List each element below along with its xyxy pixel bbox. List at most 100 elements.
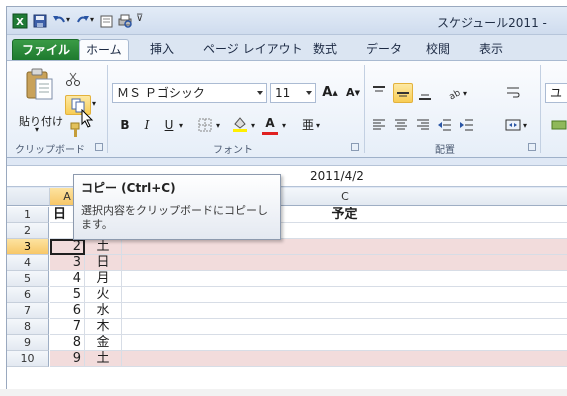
cell-c[interactable] xyxy=(122,271,567,287)
cell-c[interactable] xyxy=(122,335,567,351)
underline-button[interactable]: U xyxy=(159,115,179,135)
grow-font-button[interactable]: A▲ xyxy=(320,83,340,103)
shrink-font-label: A xyxy=(346,86,355,99)
quick-print-icon[interactable] xyxy=(117,13,133,29)
print-preview-icon[interactable] xyxy=(99,13,115,29)
cell-a[interactable]: 2 xyxy=(50,239,85,255)
tab-insert[interactable]: 挿入 xyxy=(144,39,180,61)
tab-home[interactable]: ホーム xyxy=(79,39,129,61)
row-header[interactable]: 6 xyxy=(7,287,49,303)
align-middle-icon xyxy=(397,92,409,97)
cell-a[interactable]: 3 xyxy=(50,255,85,271)
font-name-select[interactable]: ＭＳ Ｐゴシック xyxy=(112,83,267,103)
bold-button[interactable]: B xyxy=(115,115,135,135)
clipboard-launcher-icon[interactable] xyxy=(95,143,103,151)
cell-c[interactable] xyxy=(122,303,567,319)
cell-b[interactable]: 金 xyxy=(85,335,122,351)
paste-button-label[interactable]: 貼り付け xyxy=(19,113,63,129)
borders-dropdown-icon[interactable]: ▾ xyxy=(216,121,220,130)
excel-app-icon[interactable]: X xyxy=(12,13,28,29)
number-format-select[interactable]: ユ xyxy=(545,83,567,103)
align-middle-button[interactable] xyxy=(393,83,413,103)
undo-icon[interactable] xyxy=(51,13,67,29)
row-header[interactable]: 9 xyxy=(7,335,49,351)
alignment-launcher-icon[interactable] xyxy=(528,143,536,151)
group-separator xyxy=(540,65,541,153)
tab-formulas[interactable]: 数式 xyxy=(307,39,343,61)
save-icon[interactable] xyxy=(32,13,48,29)
align-top-icon[interactable] xyxy=(371,85,387,101)
paste-dropdown-icon[interactable]: ▾ xyxy=(35,125,39,134)
cell-b[interactable]: 日 xyxy=(85,255,122,271)
cell-c[interactable] xyxy=(122,287,567,303)
tab-data[interactable]: データ xyxy=(360,39,408,61)
decrease-indent-icon[interactable] xyxy=(437,117,453,133)
cell-b[interactable]: 土 xyxy=(85,239,122,255)
page-bottom-edge xyxy=(0,389,567,396)
cell-a[interactable]: 7 xyxy=(50,319,85,335)
cell-c[interactable] xyxy=(122,255,567,271)
chevron-down-icon xyxy=(306,91,312,95)
undo-dropdown-icon[interactable]: ▾ xyxy=(66,15,70,24)
row-header[interactable]: 4 xyxy=(7,255,49,271)
merge-center-icon[interactable] xyxy=(505,117,521,133)
wrap-text-icon[interactable] xyxy=(505,85,521,101)
select-all-corner[interactable] xyxy=(7,188,50,206)
row-header[interactable]: 5 xyxy=(7,271,49,287)
clipboard-group-label: クリップボード xyxy=(15,145,85,156)
borders-icon[interactable] xyxy=(197,117,213,133)
row-header[interactable]: 7 xyxy=(7,303,49,319)
cell-c[interactable] xyxy=(122,319,567,335)
underline-dropdown-icon[interactable]: ▾ xyxy=(179,121,183,130)
phonetic-button[interactable]: 亜 xyxy=(298,115,318,135)
fill-color-dropdown-icon[interactable]: ▾ xyxy=(251,121,255,130)
merge-dropdown-icon[interactable]: ▾ xyxy=(523,121,527,130)
cell-c[interactable] xyxy=(122,239,567,255)
cell-a[interactable]: 9 xyxy=(50,351,85,367)
font-color-dropdown-icon[interactable]: ▾ xyxy=(282,121,286,130)
align-left-icon[interactable] xyxy=(371,117,387,133)
group-separator xyxy=(107,65,108,153)
align-bottom-icon[interactable] xyxy=(417,85,433,101)
align-center-icon[interactable] xyxy=(393,117,409,133)
cell-a[interactable]: 6 xyxy=(50,303,85,319)
cell-b[interactable]: 水 xyxy=(85,303,122,319)
tab-view[interactable]: 表示 xyxy=(473,39,509,61)
shrink-font-button[interactable]: A▼ xyxy=(343,83,363,103)
redo-icon[interactable] xyxy=(75,13,91,29)
currency-icon[interactable] xyxy=(551,117,567,133)
cell-b[interactable]: 月 xyxy=(85,271,122,287)
row-header[interactable]: 2 xyxy=(7,223,49,239)
row-header[interactable]: 1 xyxy=(7,207,49,223)
phonetic-dropdown-icon[interactable]: ▾ xyxy=(316,121,320,130)
font-color-button[interactable]: A xyxy=(260,113,280,133)
tab-file[interactable]: ファイル xyxy=(12,39,81,61)
cell-a[interactable]: 5 xyxy=(50,287,85,303)
ribbon-tab-row: ファイル ホーム 挿入 ページ レイアウト 数式 データ 校閲 表示 xyxy=(7,35,567,61)
row-header[interactable]: 10 xyxy=(7,351,49,367)
increase-indent-icon[interactable] xyxy=(459,117,475,133)
orientation-icon[interactable]: ab xyxy=(445,85,461,101)
tab-review[interactable]: 校閲 xyxy=(420,39,456,61)
row-header[interactable]: 3 xyxy=(7,239,49,255)
cell-a[interactable]: 8 xyxy=(50,335,85,351)
cell-a[interactable]: 4 xyxy=(50,271,85,287)
orientation-dropdown-icon[interactable]: ▾ xyxy=(463,89,467,98)
row-header[interactable]: 8 xyxy=(7,319,49,335)
scissors-icon[interactable] xyxy=(65,71,81,87)
redo-dropdown-icon[interactable]: ▾ xyxy=(90,15,94,24)
copy-dropdown-icon[interactable]: ▾ xyxy=(92,99,96,108)
paste-icon[interactable] xyxy=(24,67,56,101)
customize-qat-icon[interactable]: ⊽ xyxy=(136,13,143,24)
fill-color-icon[interactable] xyxy=(231,115,249,133)
cell-b[interactable]: 火 xyxy=(85,287,122,303)
cell-b[interactable]: 土 xyxy=(85,351,122,367)
font-group-label: フォント xyxy=(213,145,253,156)
font-launcher-icon[interactable] xyxy=(351,143,359,151)
align-right-icon[interactable] xyxy=(415,117,431,133)
cell-c[interactable] xyxy=(122,351,567,367)
tab-page-layout[interactable]: ページ レイアウト xyxy=(197,39,309,61)
italic-button[interactable]: I xyxy=(137,115,157,135)
cell-b[interactable]: 木 xyxy=(85,319,122,335)
font-size-select[interactable]: 11 xyxy=(270,83,316,103)
